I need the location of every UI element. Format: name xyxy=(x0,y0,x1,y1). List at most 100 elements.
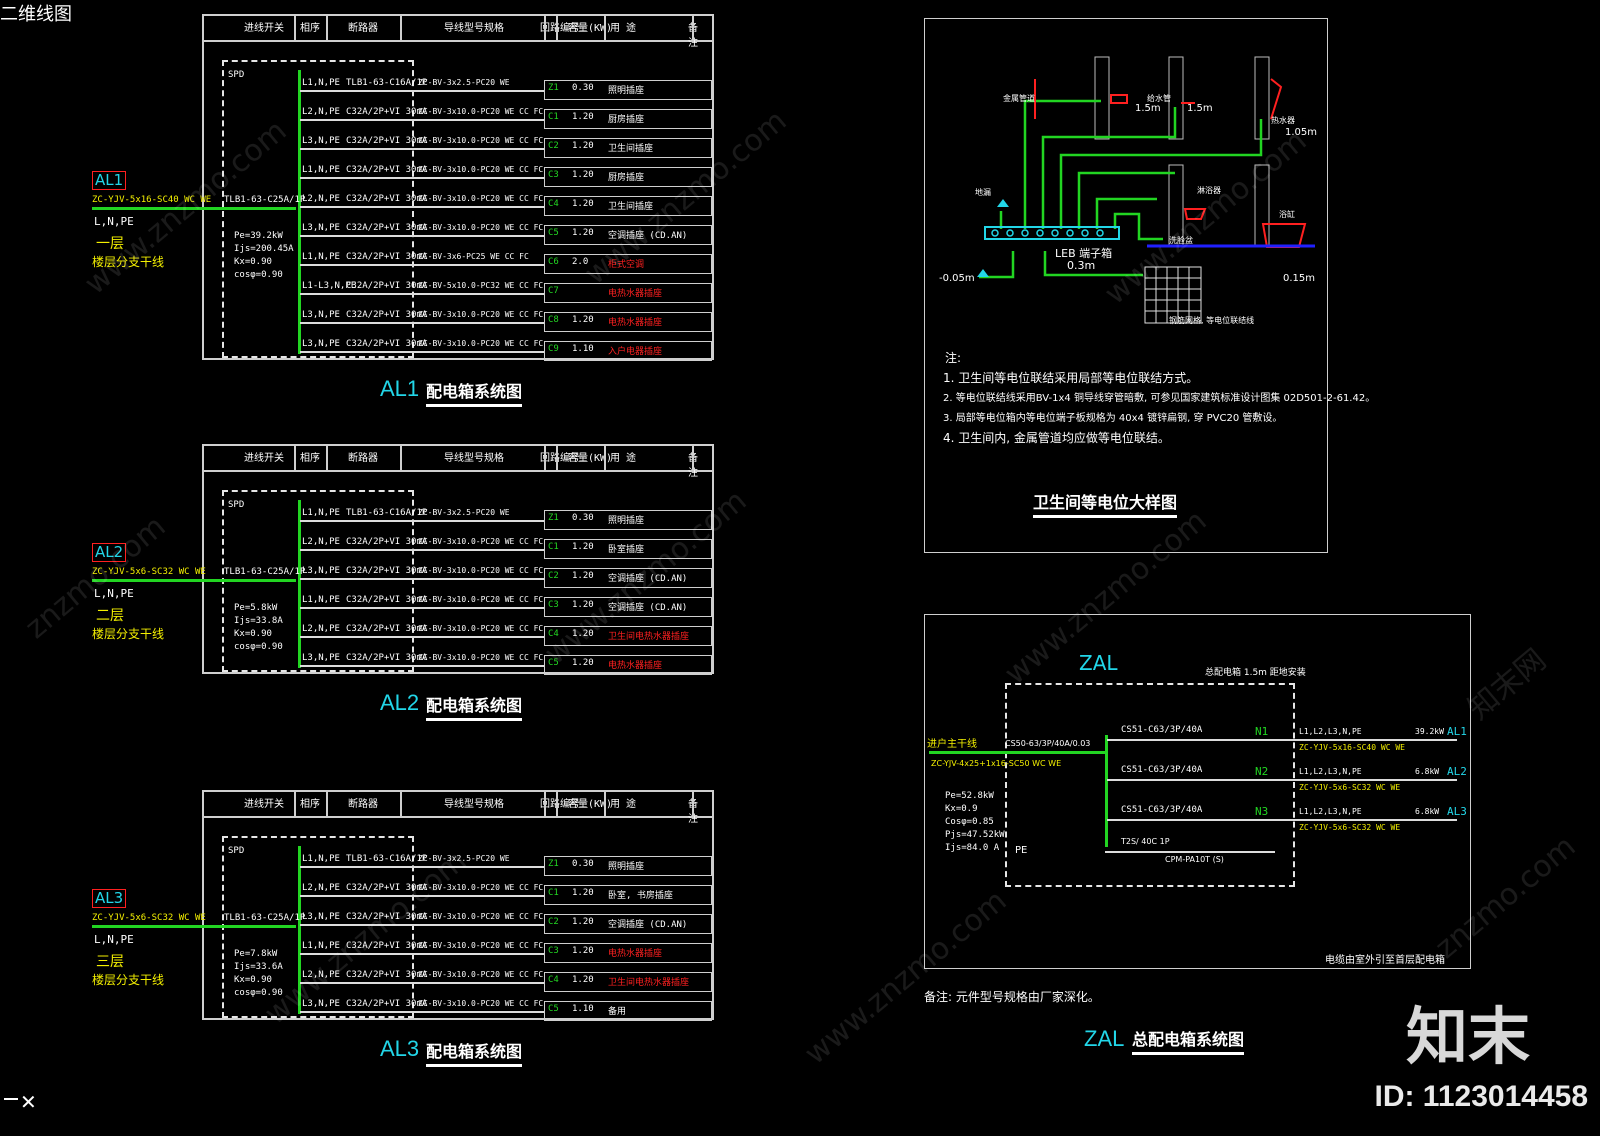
circuit-desc: 电热水器插座 xyxy=(608,289,663,299)
circuit-number: C8 xyxy=(548,315,559,325)
circuit-kw: 1.20 xyxy=(572,228,594,238)
circuit-phase: L2,N,PE xyxy=(302,194,340,204)
note-4: 4. 卫生间内, 金属管道均应做等电位联结。 xyxy=(943,431,1170,445)
circuit-line xyxy=(300,119,544,121)
circuit-cable: ZC-BV-3x10.0-PC20 WE CC FC xyxy=(418,941,544,950)
notes-title: 注: xyxy=(945,351,962,365)
circuit-phase: L3,N,PE xyxy=(302,223,340,233)
circuit-number: Z1 xyxy=(548,83,559,93)
circuit-number: C9 xyxy=(548,344,559,354)
circuit-line xyxy=(300,1011,544,1013)
feeder-line xyxy=(92,925,296,928)
circuit-desc: 卫生间电热水器插座 xyxy=(608,632,690,642)
circuit-line xyxy=(300,636,544,638)
zal-circuit-kw: 6.8kW xyxy=(1415,767,1440,776)
circuit-line xyxy=(300,206,544,208)
leb-height: 0.3m xyxy=(1067,259,1096,272)
main-breaker: TLB1-63-C25A/1P xyxy=(224,195,306,205)
header-cell: 断路器 xyxy=(348,23,378,34)
circuit-line xyxy=(300,924,544,926)
panel-caption: AL3 xyxy=(380,1036,420,1061)
circuit-line xyxy=(300,665,544,667)
panel-param: Kx=0.90 xyxy=(234,975,272,985)
floor-label: 二层 xyxy=(96,608,124,624)
floor-desc: 楼层分支干线 xyxy=(92,627,165,641)
panel-param: Pe=39.2kW xyxy=(234,231,283,241)
circuit-desc: 卫生间插座 xyxy=(608,144,654,154)
panel-id-al1: AL1 xyxy=(92,171,127,190)
table-header: 进线开关 相序 断路器 导线型号规格 回路编号 容量(KW) 用 途备 注 xyxy=(204,446,712,479)
circuit-cable: ZC-BV-3x6-PC25 WE CC FC xyxy=(418,252,529,261)
zal-top-note: 总配电箱 1.5m 距地安装 xyxy=(1205,668,1306,678)
circuit-phase: L1,N,PE xyxy=(302,508,340,518)
note-1: 1. 卫生间等电位联结采用局部等电位联结方式。 xyxy=(943,371,1199,385)
panel-table-al1: 进线开关 相序 断路器 导线型号规格 回路编号 容量(KW) 用 途备 注 SPD TLB1-6… xyxy=(202,14,714,361)
circuit-number: C3 xyxy=(548,946,559,956)
circuit-kw: 1.20 xyxy=(572,888,594,898)
label-pipe: 金属管道 xyxy=(1003,94,1035,103)
circuit-desc: 备用 xyxy=(608,1007,627,1017)
circuit-number: C3 xyxy=(548,170,559,180)
zal-param: Cosφ=0.85 xyxy=(945,817,994,827)
header-cell: 用 途 xyxy=(610,453,637,464)
label-water: 给水管 xyxy=(1147,94,1171,103)
circuit-desc: 卧室, 书房插座 xyxy=(608,891,673,901)
zal-circuit-breaker: CS51-C63/3P/40A xyxy=(1121,765,1203,775)
panel-param: Kx=0.90 xyxy=(234,629,272,639)
circuit-breaker: TLB1-63-C16A/1P xyxy=(346,854,428,864)
panel-param: Ijs=200.45A xyxy=(234,244,294,254)
header-cell: 进线开关 xyxy=(244,23,284,34)
main-breaker: TLB1-63-C25A/1P xyxy=(224,913,306,923)
panel-param: cosφ=0.90 xyxy=(234,270,283,280)
circuit-desc: 卧室插座 xyxy=(608,545,645,555)
circuit-breaker: C32A/2P+VI 30mA xyxy=(346,107,428,117)
header-cell: 导线型号规格 xyxy=(444,23,504,34)
circuit-kw: 1.10 xyxy=(572,1004,594,1014)
circuit-kw: 1.20 xyxy=(572,542,594,552)
circuit-phase: L2,N,PE xyxy=(302,537,340,547)
circuit-cable: ZC-BV-3x10.0-PC20 WE CC FC xyxy=(418,653,544,662)
circuit-cable: ZC-BV-3x10.0-PC20 WE CC FC xyxy=(418,595,544,604)
header-cell: 导线型号规格 xyxy=(444,453,504,464)
circuit-number: C1 xyxy=(548,888,559,898)
panel-table-al2: 进线开关 相序 断路器 导线型号规格 回路编号 容量(KW) 用 途备 注 SPD TLB1-6… xyxy=(202,444,714,675)
circuit-number: C7 xyxy=(548,286,559,296)
circuit-cable: ZC-BV-3x2.5-PC20 WE xyxy=(418,508,510,517)
circuit-phase: L1,N,PE xyxy=(302,78,340,88)
zal-circuit-cable: ZC-YJV-5x6-SC32 WC WE xyxy=(1299,823,1401,832)
zal-incoming-cable: ZC-YJV-4x25+1x16-SC50 WC WE xyxy=(931,759,1062,768)
zal-circuit-kw: 6.8kW xyxy=(1415,807,1440,816)
zal-circuit-line xyxy=(1107,779,1457,781)
circuit-breaker: C32A/2P+VI 30mA xyxy=(346,194,428,204)
circuit-breaker: C32A/2P+VI 30mA xyxy=(346,281,428,291)
circuit-number: C4 xyxy=(548,199,559,209)
zal-circuit-line xyxy=(1107,819,1457,821)
zal-circuit-breaker: CS51-C63/3P/40A xyxy=(1121,805,1203,815)
circuit-line xyxy=(300,264,544,266)
circuit-line xyxy=(300,549,544,551)
circuit-cable: ZC-BV-3x10.0-PC20 WE CC FC xyxy=(418,194,544,203)
distribution-bus xyxy=(298,70,301,354)
circuit-phase: L2,N,PE xyxy=(302,883,340,893)
zal-circuit-breaker: CS51-C63/3P/40A xyxy=(1121,725,1203,735)
zal-caption-cn: 总配电箱系统图 xyxy=(1132,1026,1245,1055)
circuit-cable: ZC-BV-3x10.0-PC20 WE CC FC xyxy=(418,912,544,921)
panel-param: Ijs=33.6A xyxy=(234,962,283,972)
circuit-desc: 照明插座 xyxy=(608,86,645,96)
circuit-breaker: C32A/2P+VI 30mA xyxy=(346,624,428,634)
circuit-cable: ZC-BV-5x10.0-PC32 WE CC FC xyxy=(418,281,544,290)
zal-spd-line xyxy=(1105,851,1275,853)
circuit-desc: 照明插座 xyxy=(608,862,645,872)
feeder-phase: L,N,PE xyxy=(94,933,134,946)
zal-circuit-phase: L1,L2,L3,N,PE xyxy=(1299,767,1362,776)
circuit-number: Z1 xyxy=(548,859,559,869)
circuit-breaker: TLB1-63-C16A/1P xyxy=(346,508,428,518)
circuit-number: Z1 xyxy=(548,513,559,523)
circuit-line xyxy=(300,235,544,237)
circuit-desc: 电热水器插座 xyxy=(608,318,663,328)
watermark-8: www.znzmo.com xyxy=(798,883,1014,1072)
zal-caption: ZAL xyxy=(1084,1026,1125,1051)
circuit-phase: L1,N,PE xyxy=(302,854,340,864)
zal-circuit-target: AL3 xyxy=(1447,805,1467,818)
circuit-kw: 0.30 xyxy=(572,513,594,523)
